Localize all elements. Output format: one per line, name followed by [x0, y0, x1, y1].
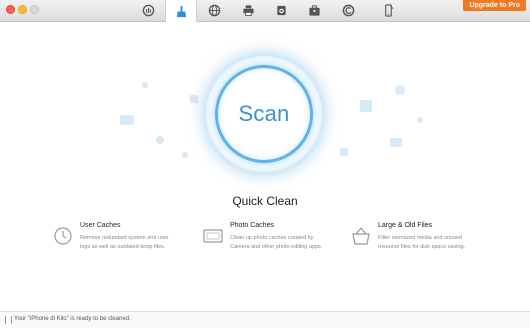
tab-clean[interactable]	[165, 0, 197, 22]
window-close-button[interactable]	[6, 5, 15, 14]
feature-title: Large & Old Files	[378, 222, 433, 229]
tab-toolbox[interactable]	[298, 0, 330, 21]
feature-description: Filter oversized media and unused resour…	[378, 235, 466, 250]
tab-network[interactable]	[198, 0, 230, 21]
tab-device[interactable]	[372, 0, 404, 21]
tab-camera[interactable]	[265, 0, 297, 21]
scan-label: Scan	[238, 101, 290, 126]
info-clock-icon	[54, 227, 72, 245]
tab-privacy[interactable]	[132, 0, 164, 21]
window-zoom-button[interactable]	[30, 5, 39, 14]
window-minimize-button[interactable]	[18, 5, 27, 14]
photo-frame-icon	[203, 229, 223, 243]
status-indicator	[5, 316, 12, 324]
broom-icon	[176, 5, 186, 17]
tab-backup[interactable]	[332, 0, 364, 21]
scan-circle: Scan	[215, 65, 313, 163]
fingerprint-icon	[142, 4, 154, 17]
tab-print[interactable]	[232, 0, 264, 21]
feature-title: Photo Caches	[230, 222, 274, 229]
upgrade-button[interactable]: Upgrade to Pro	[463, 0, 526, 11]
printer-icon	[242, 5, 254, 17]
section-title: Quick Clean	[232, 194, 298, 208]
feature-title: User Caches	[80, 222, 121, 229]
status-bar: Your "iPhone di Kilo" is ready to be cle…	[0, 311, 530, 328]
backup-icon	[342, 4, 354, 17]
feature-description: Clean up photo caches created by Camera …	[230, 235, 323, 250]
globe-icon	[208, 4, 220, 17]
toolbox-icon	[308, 5, 320, 16]
scan-button[interactable]: Scan	[206, 56, 322, 172]
toolbar: Upgrade to Pro	[0, 0, 530, 22]
basket-icon	[352, 227, 370, 245]
camera-icon	[276, 5, 286, 16]
iphone-icon	[384, 4, 393, 17]
feature-description: Remove redundant system and user logs as…	[80, 235, 169, 250]
status-text: Your "iPhone di Kilo" is ready to be cle…	[14, 316, 131, 322]
